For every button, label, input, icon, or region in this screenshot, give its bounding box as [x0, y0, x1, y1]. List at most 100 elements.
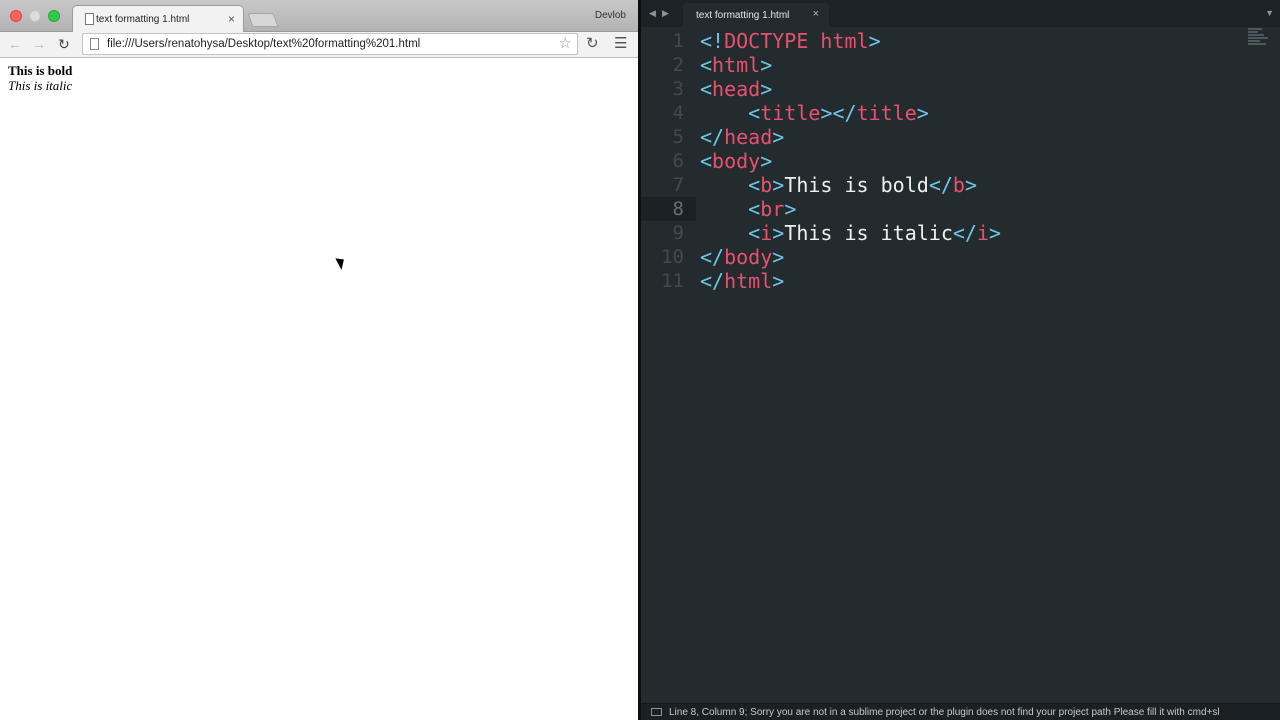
close-editor-tab-icon[interactable]: × [813, 8, 819, 20]
code-text: <i>This is italic</i> [700, 221, 1001, 245]
code-token: <! [700, 29, 725, 53]
code-line[interactable]: 7 <b>This is bold</b> [641, 173, 1280, 197]
code-line[interactable]: 10 </body> [641, 245, 1280, 269]
code-text: <body> [700, 149, 772, 173]
editor-tabbar: ◀ ▶ text formatting 1.html × ▼ [641, 0, 1280, 27]
sublime-editor: ◀ ▶ text formatting 1.html × ▼ 1 <!DOCTYP… [641, 0, 1280, 720]
line-number: 5 [672, 126, 684, 148]
code-line[interactable]: 1 <!DOCTYPE html> [641, 29, 1280, 53]
code-token: > [916, 101, 929, 125]
editor-tab[interactable]: text formatting 1.html × [683, 3, 829, 27]
code-token: head [724, 125, 773, 149]
document-icon [90, 38, 99, 50]
bold-text: This is bold [8, 63, 73, 78]
code-token: < [700, 149, 713, 173]
code-token: < [700, 77, 713, 101]
code-line[interactable]: 5 </head> [641, 125, 1280, 149]
address-bar[interactable]: file:///Users/renatohysa/Desktop/text%20… [82, 33, 578, 55]
url-text[interactable]: file:///Users/renatohysa/Desktop/text%20… [107, 38, 420, 50]
line-number: 10 [661, 246, 684, 268]
status-bar: Line 8, Column 9; Sorry you are not in a… [641, 703, 1280, 720]
code-token: > [964, 173, 977, 197]
code-token: </ [700, 125, 725, 149]
code-line[interactable]: 2 <html> [641, 53, 1280, 77]
code-line[interactable]: 6 <body> [641, 149, 1280, 173]
line-number: 1 [672, 30, 684, 52]
tab-dropdown-icon[interactable]: ▼ [1265, 8, 1274, 18]
forward-icon[interactable]: → [32, 36, 46, 52]
new-tab-button[interactable] [247, 13, 279, 27]
code-text: <head> [700, 77, 772, 101]
code-token: > [989, 221, 1002, 245]
code-token: b [760, 173, 773, 197]
previous-file-icon[interactable]: ◀ [649, 8, 656, 19]
status-text: Line 8, Column 9; Sorry you are not in a… [669, 707, 1220, 718]
code-token: > [772, 173, 785, 197]
code-token: < [700, 53, 713, 77]
code-token: > [760, 53, 773, 77]
profile-name[interactable]: Devlob [595, 10, 626, 21]
browser-toolbar: ← → ↻ file:///Users/renatohysa/Desktop/t… [0, 32, 638, 58]
code-line[interactable]: 11 </html> [641, 269, 1280, 293]
code-token: < [700, 221, 761, 245]
code-area[interactable]: 1 <!DOCTYPE html> 2 <html> 3 <head> 4 <title><… [641, 29, 1280, 293]
code-token: < [700, 101, 761, 125]
code-token: br [760, 197, 785, 221]
code-token: head [712, 77, 761, 101]
code-text: <br> [700, 197, 796, 221]
code-token: > [868, 29, 881, 53]
code-line[interactable]: 9 <i>This is italic</i> [641, 221, 1280, 245]
code-token: > [760, 149, 773, 173]
code-text: </html> [700, 269, 784, 293]
code-token: </ [700, 245, 725, 269]
code-token: body [724, 245, 773, 269]
code-text: </head> [700, 125, 784, 149]
panel-toggle-icon[interactable] [651, 708, 662, 716]
code-token: DOCTYPE html [724, 29, 869, 53]
page-content: This is bold This is italic [8, 63, 72, 93]
line-number: 3 [672, 78, 684, 100]
code-token: </ [928, 173, 953, 197]
close-tab-icon[interactable]: × [228, 12, 235, 26]
code-token: This is bold [784, 173, 929, 197]
browser-tab[interactable]: text formatting 1.html × [72, 5, 244, 33]
code-token: html [712, 53, 761, 77]
mouse-cursor-icon [335, 255, 348, 270]
code-token: This is italic [784, 221, 953, 245]
code-token: > [784, 197, 797, 221]
code-text: <!DOCTYPE html> [700, 29, 881, 53]
line-number: 6 [672, 150, 684, 172]
code-token: </ [700, 269, 725, 293]
browser-window: text formatting 1.html × Devlob ← → ↻ fi… [0, 0, 638, 720]
code-line[interactable]: 3 <head> [641, 77, 1280, 101]
code-token: i [760, 221, 773, 245]
code-token: b [952, 173, 965, 197]
code-token: html [724, 269, 773, 293]
code-token: > [772, 125, 785, 149]
line-number: 9 [672, 222, 684, 244]
page-viewport: This is bold This is italic [0, 59, 638, 720]
next-file-icon[interactable]: ▶ [662, 8, 669, 19]
code-token: title [760, 101, 821, 125]
zoom-window-button[interactable] [48, 10, 60, 22]
code-text: <html> [700, 53, 772, 77]
back-icon[interactable]: ← [8, 36, 22, 52]
code-text: </body> [700, 245, 784, 269]
minimize-window-button[interactable] [29, 10, 41, 22]
editor-tab-title: text formatting 1.html [696, 10, 790, 21]
page-icon [85, 13, 94, 25]
menu-icon[interactable]: ☰ [614, 35, 627, 53]
code-line[interactable]: 8 <br> [641, 197, 1280, 221]
code-token: > [760, 77, 773, 101]
code-token: > [772, 221, 785, 245]
code-line[interactable]: 4 <title></title> [641, 101, 1280, 125]
code-token: ></ [820, 101, 857, 125]
reload-icon[interactable]: ↻ [58, 36, 70, 52]
bookmark-star-icon[interactable]: ☆ [559, 35, 572, 53]
close-window-button[interactable] [10, 10, 22, 22]
line-number: 8 [672, 198, 684, 220]
code-token: < [700, 197, 761, 221]
code-token: i [976, 221, 990, 245]
extension-refresh-icon[interactable]: ↻ [586, 35, 599, 53]
code-text: <b>This is bold</b> [700, 173, 977, 197]
